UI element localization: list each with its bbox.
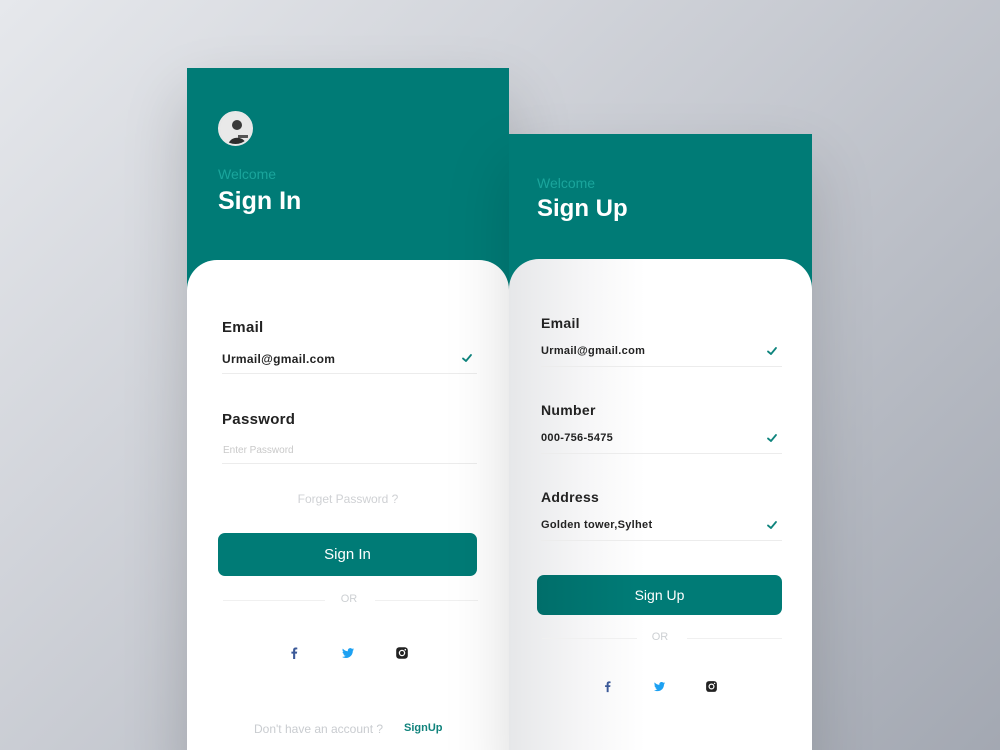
twitter-icon[interactable] [341, 646, 355, 660]
facebook-icon[interactable] [601, 680, 614, 693]
password-field[interactable]: Enter Password [222, 438, 477, 464]
divider-line [542, 638, 637, 639]
address-label: Address [541, 489, 600, 505]
check-icon [767, 521, 777, 529]
no-account-text: Don't have an account ? [254, 722, 384, 736]
signup-card: Welcome Sign Up Email Urmail@gmail.com N… [509, 134, 812, 750]
number-value[interactable]: 000-756-5475 [541, 432, 613, 444]
welcome-text: Welcome [218, 166, 277, 182]
or-divider: OR [542, 631, 782, 645]
email-value[interactable]: Urmail@gmail.com [541, 345, 645, 357]
email-label: Email [541, 315, 580, 331]
divider-line [375, 600, 478, 601]
facebook-icon[interactable] [287, 646, 301, 660]
forgot-password-link[interactable]: Forget Password ? [187, 492, 509, 506]
signup-form-panel: Email Urmail@gmail.com Number 000-756-54… [509, 259, 812, 750]
number-label: Number [541, 402, 596, 418]
divider-line [687, 638, 782, 639]
email-value[interactable]: Urmail@gmail.com [222, 352, 335, 366]
signin-button[interactable]: Sign In [218, 533, 477, 576]
check-icon [767, 434, 777, 442]
or-divider: OR [223, 593, 478, 607]
signup-link[interactable]: SignUp [404, 722, 443, 734]
twitter-icon[interactable] [653, 680, 666, 693]
signin-form-panel: Email Urmail@gmail.com Password Enter Pa… [187, 260, 509, 750]
divider-line [223, 600, 325, 601]
password-placeholder[interactable]: Enter Password [223, 445, 294, 456]
page-title: Sign In [218, 187, 302, 215]
address-field[interactable]: Golden tower,Sylhet [541, 515, 782, 541]
check-icon [767, 347, 777, 355]
welcome-text: Welcome [537, 175, 596, 191]
instagram-icon[interactable] [705, 680, 718, 693]
email-field[interactable]: Urmail@gmail.com [541, 341, 782, 367]
avatar[interactable] [218, 111, 253, 146]
or-text: OR [340, 593, 358, 605]
instagram-icon[interactable] [395, 646, 409, 660]
password-label: Password [222, 411, 296, 428]
page-title: Sign Up [537, 195, 628, 222]
or-text: OR [651, 631, 669, 643]
address-value[interactable]: Golden tower,Sylhet [541, 519, 652, 531]
signin-card: Welcome Sign In Email Urmail@gmail.com P… [187, 68, 509, 750]
email-field[interactable]: Urmail@gmail.com [222, 348, 477, 374]
number-field[interactable]: 000-756-5475 [541, 428, 782, 454]
email-label: Email [222, 319, 264, 336]
check-icon [462, 354, 472, 362]
signup-button[interactable]: Sign Up [537, 575, 782, 615]
